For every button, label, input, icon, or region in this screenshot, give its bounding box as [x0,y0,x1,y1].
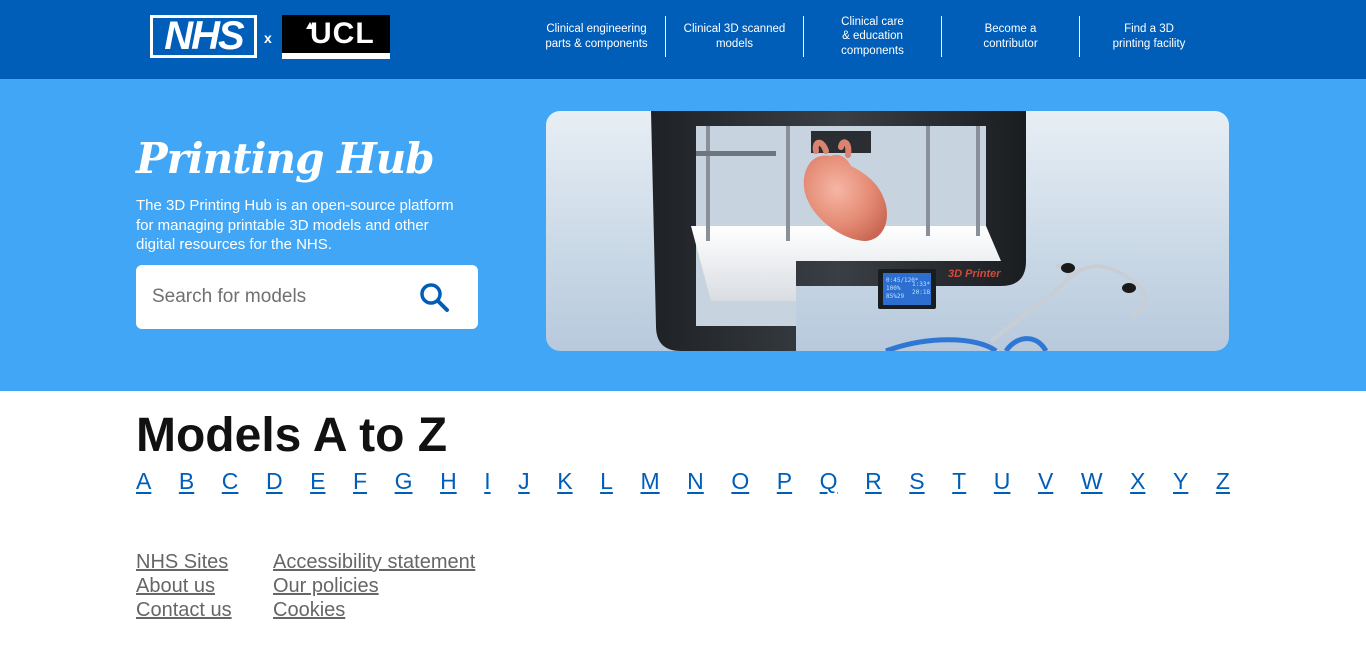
letter-link-n[interactable]: N [687,466,704,496]
footer-link-policies[interactable]: Our policies [273,574,475,598]
hero-image-3d-printer: 0:45/120* 100% 85%29 1:33* 20:18 3D Prin… [546,111,1229,351]
letter-link-d[interactable]: D [266,466,283,496]
footer-link-contact-us[interactable]: Contact us [136,598,232,622]
hero-title: Printing Hub [136,134,435,183]
models-a-to-z-title: Models A to Z [136,409,448,462]
letter-link-i[interactable]: I [484,466,490,496]
footer-link-nhs-sites[interactable]: NHS Sites [136,550,232,574]
nav-clinical-3d-scanned[interactable]: Clinical 3D scanned models [666,16,804,57]
printer-display-line: 100% [886,285,901,292]
printer-illustration: 0:45/120* 100% 85%29 1:33* 20:18 3D Prin… [651,111,1147,351]
printer-display-line: 20:18 [912,289,930,296]
search-input[interactable] [152,281,402,313]
letter-link-q[interactable]: Q [820,466,838,496]
letter-link-a[interactable]: A [136,466,151,496]
letter-link-o[interactable]: O [731,466,749,496]
letter-link-c[interactable]: C [222,466,239,496]
letter-link-v[interactable]: V [1038,466,1053,496]
letter-link-u[interactable]: U [994,466,1011,496]
hero-section: Printing Hub The 3D Printing Hub is an o… [0,79,1366,391]
letter-link-f[interactable]: F [353,466,367,496]
nav-become-contributor[interactable]: Become a contributor [942,16,1080,57]
nav-find-printing-facility[interactable]: Find a 3D printing facility [1080,16,1218,57]
letter-link-m[interactable]: M [640,466,659,496]
printer-display-line: 85%29 [886,293,904,300]
alphabet-index: ABCDEFGHIJKLMNOPQRSTUVWXYZ [136,466,1230,496]
site-header: NHS x UCL Clinical engineering parts & c… [0,0,1366,79]
letter-link-r[interactable]: R [865,466,882,496]
letter-link-z[interactable]: Z [1216,466,1230,496]
printer-display-line: 1:33* [912,281,930,288]
nhs-logo-text: NHS [153,16,254,56]
footer-link-cookies[interactable]: Cookies [273,598,475,622]
search-icon[interactable] [418,281,450,313]
printer-brand: 3D Printer [948,268,1001,280]
ucl-logo[interactable]: UCL [282,15,390,59]
letter-link-s[interactable]: S [909,466,924,496]
letter-link-l[interactable]: L [600,466,613,496]
footer-link-about-us[interactable]: About us [136,574,232,598]
letter-link-b[interactable]: B [179,466,194,496]
ucl-logo-text: UCL [310,17,375,50]
main-nav: Clinical engineering parts & components … [528,16,1218,57]
nhs-logo[interactable]: NHS [150,15,257,58]
nav-clinical-engineering[interactable]: Clinical engineering parts & components [528,16,666,57]
letter-link-w[interactable]: W [1081,466,1103,496]
footer-link-accessibility[interactable]: Accessibility statement [273,550,475,574]
letter-link-p[interactable]: P [777,466,792,496]
search-box [136,265,478,329]
letter-link-e[interactable]: E [310,466,325,496]
hero-description: The 3D Printing Hub is an open-source pl… [136,197,454,253]
letter-link-t[interactable]: T [952,466,966,496]
letter-link-j[interactable]: J [518,466,530,496]
footer-column-2: Accessibility statement Our policies Coo… [273,550,475,622]
letter-link-g[interactable]: G [395,466,413,496]
letter-link-h[interactable]: H [440,466,457,496]
letter-link-k[interactable]: K [557,466,572,496]
nav-clinical-care-education[interactable]: Clinical care & education components [804,16,942,57]
footer-column-1: NHS Sites About us Contact us [136,550,232,622]
letter-link-y[interactable]: Y [1173,466,1188,496]
logo-separator: x [264,30,272,46]
letter-link-x[interactable]: X [1130,466,1145,496]
